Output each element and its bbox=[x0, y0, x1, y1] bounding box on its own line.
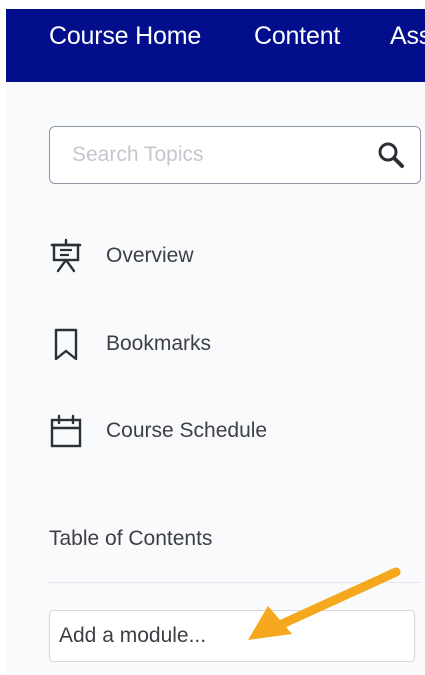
sidebar-item-bookmarks[interactable]: Bookmarks bbox=[49, 322, 379, 366]
table-of-contents-heading[interactable]: Table of Contents bbox=[49, 522, 212, 556]
nav-assignments-truncated[interactable]: Ass bbox=[390, 9, 425, 82]
course-navbar: Course Home Content Ass bbox=[6, 9, 425, 82]
nav-content[interactable]: Content bbox=[254, 9, 340, 82]
nav-course-home[interactable]: Course Home bbox=[49, 9, 201, 82]
search-topics-input[interactable] bbox=[72, 127, 362, 183]
arrow-pointer-icon bbox=[248, 567, 401, 640]
sidebar-item-course-schedule[interactable]: Course Schedule bbox=[49, 409, 379, 453]
sidebar-item-course-schedule-label: Course Schedule bbox=[106, 419, 268, 442]
calendar-icon bbox=[50, 414, 82, 448]
sidebar-item-overview-label: Overview bbox=[106, 244, 194, 267]
sidebar-item-bookmarks-label: Bookmarks bbox=[106, 332, 212, 355]
search-icon[interactable] bbox=[376, 140, 406, 170]
sidebar-item-overview[interactable]: Overview bbox=[49, 234, 379, 278]
bookmark-icon bbox=[54, 328, 78, 361]
presentation-board-icon bbox=[50, 238, 82, 273]
search-topics-box bbox=[49, 126, 421, 184]
